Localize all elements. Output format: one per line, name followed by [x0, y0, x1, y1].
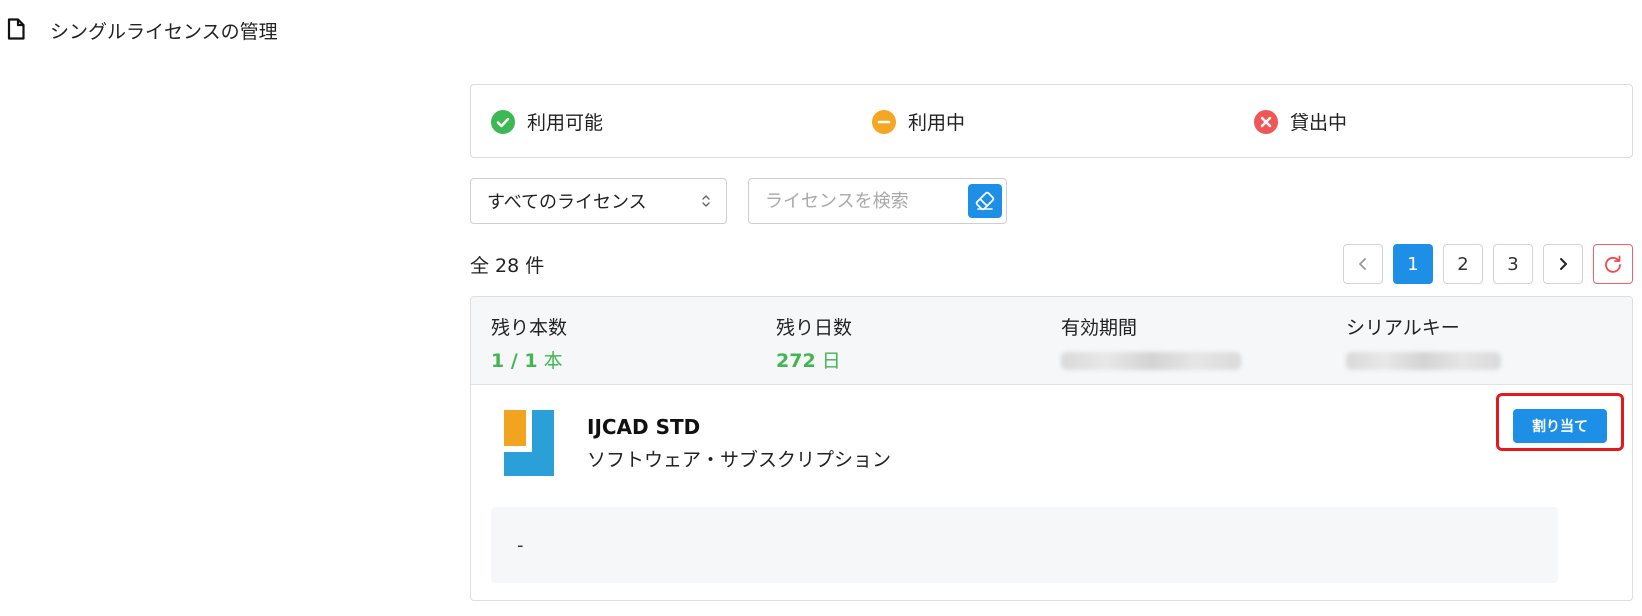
legend-in-use: 利用中: [872, 108, 965, 135]
legend-lent-out: 貸出中: [1254, 108, 1347, 135]
eraser-icon: [975, 191, 995, 211]
total-count: 全 28 件: [470, 255, 545, 277]
product-row: IJCAD STD ソフトウェア・サブスクリプション 割り当て: [471, 385, 1632, 505]
license-note: -: [491, 507, 1558, 583]
stat-serial-key: シリアルキー: [1346, 313, 1501, 370]
search-box: [748, 178, 1007, 224]
list-toolbar: 全 28 件 1 2 3: [470, 244, 1633, 284]
stat-label: 残り本数: [491, 317, 568, 339]
page-title: シングルライセンスの管理: [50, 21, 278, 43]
x-circle-icon: [1254, 109, 1278, 134]
legend-label: 利用可能: [527, 112, 604, 134]
prev-page-button[interactable]: [1343, 244, 1383, 284]
license-search-input[interactable]: [749, 179, 959, 223]
redacted-value: [1061, 352, 1241, 370]
remaining-count-unit: 本: [537, 350, 563, 372]
document-icon: [7, 18, 25, 40]
stat-label: 有効期間: [1061, 317, 1138, 339]
clear-search-button[interactable]: [968, 184, 1002, 218]
page-button-1[interactable]: 1: [1393, 244, 1433, 284]
remaining-count-number: 1 / 1: [491, 350, 538, 372]
ijcad-logo-icon: [504, 410, 554, 476]
stat-label: 残り日数: [776, 317, 853, 339]
remaining-days-number: 272: [776, 350, 816, 372]
refresh-icon: [1605, 255, 1621, 273]
stat-remaining-days: 残り日数 272 日: [776, 313, 852, 373]
stat-value: 272 日: [776, 346, 852, 373]
status-legend: 利用可能 利用中 貸出中: [470, 84, 1633, 158]
stat-value: 1 / 1 本: [491, 346, 567, 373]
assign-button-highlight: 割り当て: [1496, 393, 1624, 451]
chevron-right-icon: [1560, 258, 1567, 270]
note-text: -: [517, 535, 524, 556]
check-circle-icon: [491, 109, 515, 134]
license-filter-select[interactable]: すべてのライセンス: [470, 178, 727, 224]
legend-available: 利用可能: [491, 108, 603, 135]
page-button-2[interactable]: 2: [1443, 244, 1483, 284]
chevron-left-icon: [1359, 258, 1366, 270]
license-card: 残り本数 1 / 1 本 残り日数 272 日 有効期間 シリアルキー IJCA…: [470, 296, 1633, 601]
next-page-button[interactable]: [1543, 244, 1583, 284]
product-name: IJCAD STD: [587, 415, 701, 439]
remaining-days-unit: 日: [815, 350, 841, 372]
filter-row: すべてのライセンス: [470, 178, 1633, 224]
product-type: ソフトウェア・サブスクリプション: [587, 449, 892, 471]
page-button-3[interactable]: 3: [1493, 244, 1533, 284]
refresh-button[interactable]: [1593, 244, 1633, 284]
legend-label: 利用中: [908, 112, 966, 134]
stat-validity-period: 有効期間: [1061, 313, 1241, 370]
pagination: 1 2 3: [1343, 244, 1633, 284]
main-content: 利用可能 利用中 貸出中 すべてのライセンス ライセンスを検索 全 28 件 1…: [470, 84, 1633, 601]
assign-button[interactable]: 割り当て: [1513, 409, 1607, 443]
legend-label: 貸出中: [1290, 112, 1348, 134]
license-stats: 残り本数 1 / 1 本 残り日数 272 日 有効期間 シリアルキー: [471, 297, 1632, 385]
redacted-value: [1346, 352, 1501, 370]
minus-circle-icon: [872, 109, 896, 134]
select-value: すべてのライセンス: [487, 192, 647, 213]
stat-label: シリアルキー: [1346, 317, 1460, 339]
stat-remaining-count: 残り本数 1 / 1 本: [491, 313, 567, 373]
sort-caret-icon: [702, 195, 710, 207]
